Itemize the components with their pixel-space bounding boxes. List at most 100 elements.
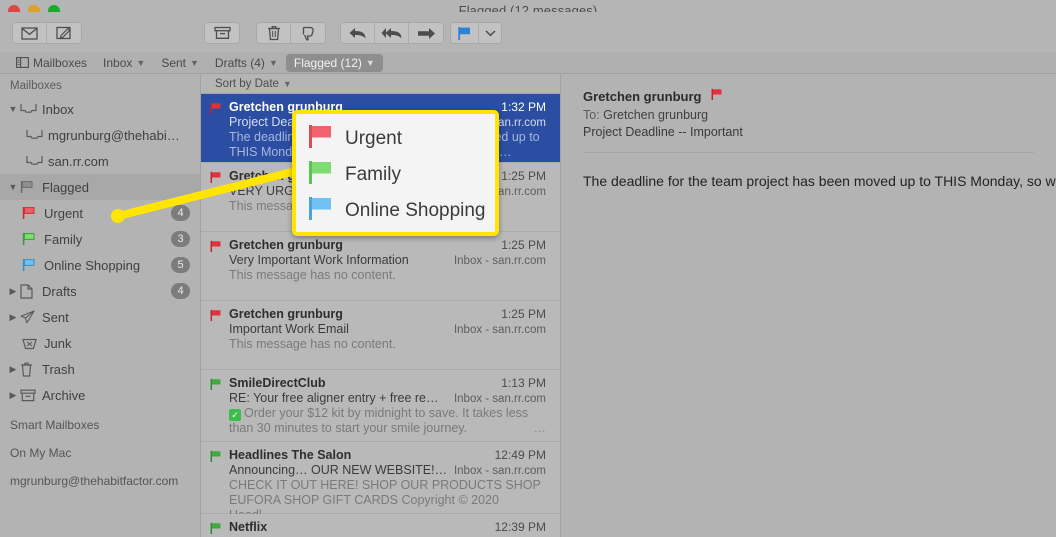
- favorites-item-label: Flagged (12): [293, 55, 362, 70]
- reading-pane: Gretchen grunburg To: Gretchen grunburg …: [560, 74, 1056, 537]
- message-time: 1:32 PM: [501, 100, 546, 114]
- sort-by-label: Sort by Date: [215, 77, 279, 90]
- sidebar-item-label: Sent: [42, 309, 69, 325]
- message-time: 1:25 PM: [501, 169, 546, 183]
- disclosure-triangle-icon[interactable]: ▶: [6, 390, 20, 401]
- toolbar: [0, 12, 1056, 52]
- sidebar-item-inbox[interactable]: ▼ Inbox: [0, 96, 200, 122]
- sidebar-item-label: Drafts: [42, 283, 77, 299]
- chevron-down-icon: ▼: [136, 57, 146, 68]
- message-mailbox: Inbox - san.rr.com: [453, 465, 546, 477]
- sidebar-item-junk[interactable]: Junk: [0, 330, 200, 356]
- sidebar-item-sent[interactable]: ▶ Sent: [0, 304, 200, 330]
- sidebar-item-trash[interactable]: ▶ Trash: [0, 356, 200, 382]
- popup-item-label: Online Shopping: [345, 200, 486, 221]
- message-sender: Gretchen grunburg: [229, 238, 343, 252]
- reader-to-label: To:: [583, 108, 600, 122]
- sidebar-item-family[interactable]: Family 3: [0, 226, 200, 252]
- flag-color-popup[interactable]: Urgent Family Online Shopping: [292, 110, 499, 236]
- sidebar-item-flagged[interactable]: ▼ Flagged: [0, 174, 200, 200]
- message-list-item[interactable]: Gretchen grunburg 1:25 PM Very Important…: [201, 232, 560, 301]
- flag-red-icon: [210, 102, 222, 118]
- inbox-icon: [26, 129, 48, 141]
- popup-item-online-shopping[interactable]: Online Shopping: [296, 193, 495, 229]
- message-subject: RE: Your free aligner entry + free re…: [229, 391, 439, 405]
- message-time: 1:25 PM: [501, 238, 546, 252]
- message-list-item[interactable]: Gretchen grunburg 1:25 PM Important Work…: [201, 301, 560, 370]
- sidebar-item-mgrunburg[interactable]: mgrunburg@thehabi…: [0, 122, 200, 148]
- trash-icon[interactable]: [257, 23, 291, 43]
- sort-by-control[interactable]: Sort by Date ▼: [201, 74, 560, 94]
- flag-green-icon: [210, 378, 222, 394]
- disclosure-triangle-icon[interactable]: ▶: [6, 364, 20, 375]
- disclosure-triangle-icon[interactable]: ▼: [6, 104, 20, 114]
- message-time: 12:49 PM: [494, 448, 546, 462]
- sidebar-section-on-my-mac: On My Mac: [10, 446, 72, 460]
- favorites-item-inbox[interactable]: Inbox ▼: [95, 54, 153, 72]
- get-mail-icon[interactable]: [13, 23, 47, 43]
- sidebar-item-label: Urgent: [44, 205, 84, 221]
- popup-item-label: Family: [345, 164, 401, 185]
- message-mailbox: Inbox - san.rr.com: [453, 255, 546, 267]
- message-sender: Headlines The Salon: [229, 448, 352, 462]
- toolbar-group-archive: [204, 22, 240, 44]
- unread-badge: 4: [171, 205, 190, 221]
- compose-icon[interactable]: [47, 23, 81, 43]
- flag-blue-icon: [308, 195, 334, 227]
- inbox-icon: [26, 155, 48, 167]
- toolbar-group-reply: [340, 22, 444, 44]
- flag-icon[interactable]: [451, 23, 479, 43]
- message-subject: Very Important Work Information: [229, 253, 409, 267]
- message-mailbox: Inbox - san.rr.com: [453, 324, 546, 336]
- junk-icon: [22, 337, 44, 350]
- flag-green-icon: [210, 522, 222, 537]
- disclosure-triangle-icon[interactable]: ▶: [6, 286, 20, 297]
- favorites-item-flagged[interactable]: Flagged (12) ▼: [285, 53, 383, 72]
- sidebar-item-online-shopping[interactable]: Online Shopping 5: [0, 252, 200, 278]
- message-time: 12:39 PM: [494, 520, 546, 534]
- disclosure-triangle-icon[interactable]: ▶: [6, 312, 20, 323]
- message-list-item[interactable]: SmileDirectClub 1:13 PM RE: Your free al…: [201, 370, 560, 442]
- sidebar-item-archive[interactable]: ▶ Archive: [0, 382, 200, 408]
- message-sender: Netflix: [229, 520, 268, 534]
- sidebar-item-label: Family: [44, 231, 83, 247]
- flag-red-icon: [210, 171, 222, 187]
- message-preview-row: ✓ Order your $12 kit by midnight to save.…: [229, 406, 546, 436]
- unread-badge: 4: [171, 283, 190, 299]
- favorites-item-label: Sent: [161, 55, 186, 70]
- flag-red-icon: [210, 240, 222, 256]
- inbox-icon: [20, 103, 42, 115]
- chevron-down-icon: ▼: [365, 57, 375, 68]
- favorites-mailboxes-button[interactable]: Mailboxes: [8, 54, 95, 72]
- favorites-item-drafts[interactable]: Drafts (4) ▼: [207, 54, 286, 72]
- sidebar-item-label: Flagged: [42, 179, 89, 195]
- message-subject: Important Work Email: [229, 322, 349, 336]
- chevron-down-icon: ▼: [190, 57, 199, 68]
- message-sender: SmileDirectClub: [229, 376, 326, 390]
- drafts-icon: [20, 283, 42, 299]
- popup-item-family[interactable]: Family: [296, 157, 495, 193]
- chevron-down-icon[interactable]: [479, 23, 501, 43]
- sidebar-item-label: Junk: [44, 335, 72, 351]
- popup-item-urgent[interactable]: Urgent: [296, 121, 495, 157]
- reply-icon[interactable]: [341, 23, 375, 43]
- favorites-item-sent[interactable]: Sent ▼: [153, 54, 207, 72]
- forward-icon[interactable]: [409, 23, 443, 43]
- flag-gray-icon: [20, 180, 42, 194]
- message-list-item[interactable]: Headlines The Salon 12:49 PM Announcing……: [201, 442, 560, 522]
- sidebar-item-urgent[interactable]: Urgent 4: [0, 200, 200, 226]
- message-list-item[interactable]: Netflix 12:39 PM: [201, 514, 560, 537]
- sidebar-item-label: Trash: [42, 361, 75, 377]
- sidebar-item-sanrrcom[interactable]: san.rr.com: [0, 148, 200, 174]
- message-sender: Gretchen grunburg: [229, 307, 343, 321]
- unread-badge: 5: [171, 257, 190, 273]
- junk-icon[interactable]: [291, 23, 325, 43]
- disclosure-triangle-icon[interactable]: ▼: [6, 182, 20, 192]
- archive-icon[interactable]: [205, 23, 239, 43]
- favorites-item-label: Drafts (4): [214, 55, 265, 70]
- sidebar-section-smart-mailboxes: Smart Mailboxes: [10, 418, 100, 432]
- reply-all-icon[interactable]: [375, 23, 409, 43]
- sidebar-item-drafts[interactable]: ▶ Drafts 4: [0, 278, 200, 304]
- sidebar-item-label: Online Shopping: [44, 257, 141, 273]
- flag-red-icon: [22, 206, 44, 220]
